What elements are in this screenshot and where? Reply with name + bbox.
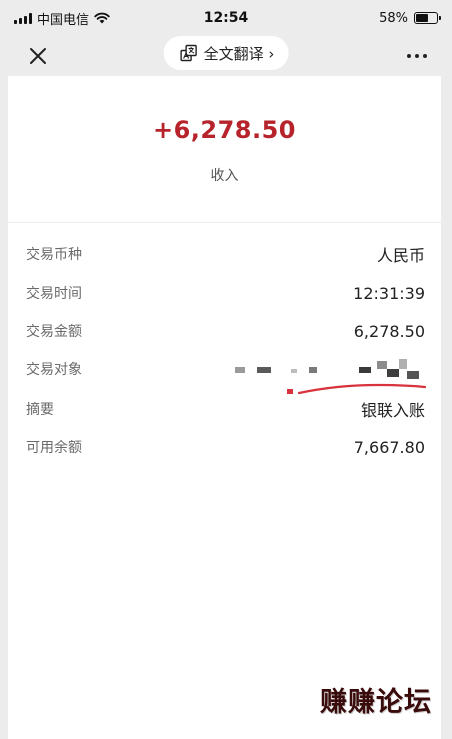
battery-percent: 58% (379, 10, 408, 26)
detail-value: 银联入账 (360, 401, 425, 420)
detail-row-counterparty: 交易对象 (26, 357, 427, 397)
more-dot-icon (415, 54, 419, 58)
detail-row-balance: 可用余额 7,667.80 (26, 435, 425, 459)
amount-card: +6,278.50 收入 (8, 76, 441, 222)
translate-button[interactable]: 全文翻译 › (163, 36, 289, 70)
translate-icon (180, 44, 197, 62)
status-bar: 中国电信 12:54 58% (0, 0, 452, 36)
detail-label: 交易币种 (26, 247, 82, 263)
detail-row-summary: 摘要 银联入账 (26, 397, 425, 421)
detail-row-amount: 交易金额 6,278.50 (26, 319, 425, 343)
nav-bar: 全文翻译 › (0, 36, 452, 76)
detail-value: 7,667.80 (353, 437, 425, 457)
signal-icon (14, 12, 32, 24)
transaction-amount: +6,278.50 (152, 116, 297, 144)
forum-watermark: 赚赚论坛 (320, 687, 432, 718)
translate-label: 全文翻译 › (203, 44, 275, 63)
status-right: 58% (379, 10, 441, 26)
red-underline-mark (297, 383, 427, 395)
detail-label: 交易对象 (26, 362, 82, 378)
detail-row-time: 交易时间 12:31:39 (26, 281, 425, 305)
wifi-icon (94, 12, 110, 24)
battery-fill (416, 14, 428, 22)
detail-row-currency: 交易币种 人民币 (26, 242, 425, 266)
detail-label: 可用余额 (26, 440, 82, 456)
carrier-name: 中国电信 (37, 12, 90, 28)
detail-label: 交易时间 (26, 286, 82, 302)
transaction-type: 收入 (210, 168, 239, 184)
battery-icon (414, 12, 441, 24)
status-left: 中国电信 (14, 9, 110, 28)
detail-label: 交易金额 (26, 324, 82, 340)
detail-label: 摘要 (26, 402, 54, 418)
detail-value: 12:31:39 (353, 283, 425, 303)
detail-value: 人民币 (376, 246, 425, 265)
more-dot-icon (407, 54, 411, 58)
detail-value: 6,278.50 (353, 321, 425, 341)
close-button[interactable] (24, 42, 52, 70)
more-button[interactable] (402, 42, 432, 70)
details-card: 交易币种 人民币 交易时间 12:31:39 交易金额 6,278.50 交易对… (8, 223, 441, 739)
more-dot-icon (423, 54, 427, 58)
close-icon (30, 48, 46, 64)
redacted-counterparty (235, 357, 427, 397)
